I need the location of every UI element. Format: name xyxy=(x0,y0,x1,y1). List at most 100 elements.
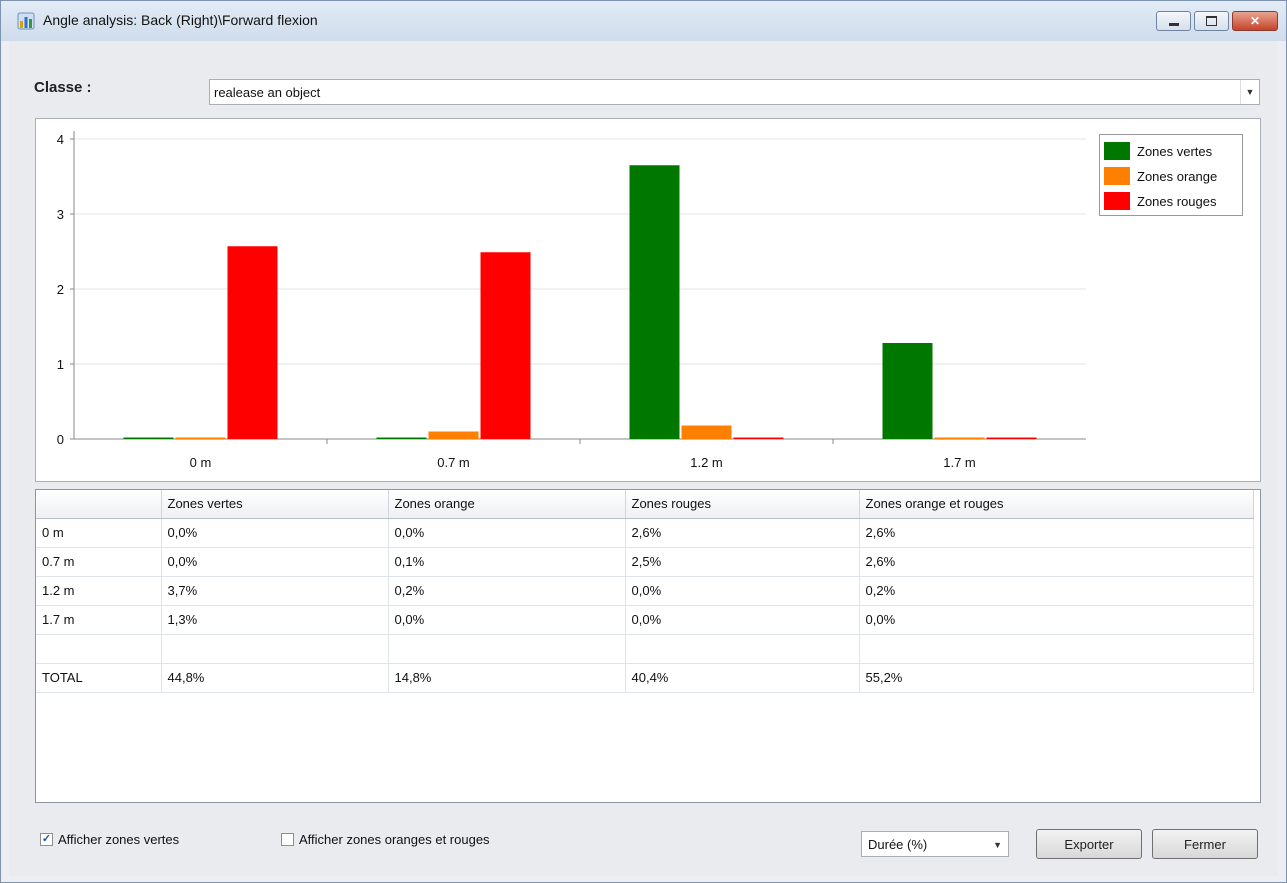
table-cell: 3,7% xyxy=(161,576,389,606)
table-cell: 44,8% xyxy=(161,663,389,693)
table-cell: 55,2% xyxy=(859,663,1254,693)
duree-dropdown[interactable]: Durée (%) ▼ xyxy=(861,831,1009,857)
bar xyxy=(733,437,784,439)
legend-item-zones-rouges: Zones rouges xyxy=(1104,191,1217,211)
table-cell: 0,2% xyxy=(859,576,1254,606)
maximize-icon xyxy=(1206,16,1217,26)
close-dialog-button[interactable]: Fermer xyxy=(1152,829,1258,859)
column-header[interactable]: Zones vertes xyxy=(161,490,389,519)
table-cell: 0,0% xyxy=(859,605,1254,635)
table-row-empty[interactable] xyxy=(36,634,1254,664)
minimize-icon xyxy=(1168,22,1179,26)
table-cell: 0,0% xyxy=(625,605,860,635)
chevron-down-icon[interactable]: ▼ xyxy=(1240,80,1259,104)
angle-analysis-window: Angle analysis: Back (Right)\Forward fle… xyxy=(0,0,1287,883)
table-cell: 0,2% xyxy=(388,576,626,606)
table-header-row: Zones vertes Zones orange Zones rouges Z… xyxy=(36,490,1254,519)
bar xyxy=(681,425,732,439)
y-tick-label: 0 xyxy=(57,432,64,447)
legend-swatch-red xyxy=(1104,192,1130,210)
close-icon: ✕ xyxy=(1249,14,1261,28)
bar xyxy=(480,252,531,439)
y-tick-label: 1 xyxy=(57,357,64,372)
bar-chart: 0 1 2 3 4 0 m 0.7 m 1.2 m 1.7 m xyxy=(57,131,1086,470)
table-cell: 0,0% xyxy=(161,547,389,577)
classe-dropdown-value: realease an object xyxy=(214,85,321,100)
dialog-client-area: Classe : realease an object ▼ 012340 m 0.… xyxy=(9,41,1278,876)
column-header[interactable]: Zones orange et rouges xyxy=(859,490,1254,519)
maximize-button[interactable] xyxy=(1194,11,1229,31)
table-row[interactable]: 0.7 m 0,0% 0,1% 2,5% 2,6% xyxy=(36,547,1254,577)
show-green-zones-checkbox[interactable]: ✓ Afficher zones vertes xyxy=(40,832,179,847)
table-row[interactable]: 1.2 m 3,7% 0,2% 0,0% 0,2% xyxy=(36,576,1254,606)
column-header[interactable]: Zones rouges xyxy=(625,490,860,519)
legend-swatch-green xyxy=(1104,142,1130,160)
column-header[interactable] xyxy=(36,490,162,519)
show-green-zones-label: Afficher zones vertes xyxy=(58,832,180,847)
x-tick-label: 0.7 m xyxy=(437,455,470,470)
table-cell: 1.2 m xyxy=(36,576,162,606)
table-cell xyxy=(625,634,860,664)
legend-swatch-orange xyxy=(1104,167,1130,185)
y-tick-label: 3 xyxy=(57,207,64,222)
show-orange-red-zones-label: Afficher zones oranges et rouges xyxy=(299,832,490,847)
table-cell: 2,6% xyxy=(859,547,1254,577)
export-button[interactable]: Exporter xyxy=(1036,829,1142,859)
table-cell xyxy=(36,634,162,664)
app-chart-icon xyxy=(17,12,35,30)
bar xyxy=(175,437,226,439)
table-row[interactable]: 1.7 m 1,3% 0,0% 0,0% 0,0% xyxy=(36,605,1254,635)
table-cell: 2,6% xyxy=(625,518,860,548)
legend-label: Zones vertes xyxy=(1137,143,1213,159)
table-cell: 2,5% xyxy=(625,547,860,577)
table-cell: 1.7 m xyxy=(36,605,162,635)
x-tick-label: 1.2 m xyxy=(690,455,723,470)
table-cell: 14,8% xyxy=(388,663,626,693)
chart-panel: 0 1 2 3 4 0 m 0.7 m 1.2 m 1.7 m Zones vertes Zon… xyxy=(35,118,1261,482)
show-orange-red-zones-checkbox[interactable]: Afficher zones oranges et rouges xyxy=(281,832,490,847)
legend-item-zones-orange: Zones orange xyxy=(1104,166,1217,186)
table-cell: 0,0% xyxy=(388,518,626,548)
table-cell: 0,0% xyxy=(388,605,626,635)
bar xyxy=(882,343,933,439)
x-tick-label: 1.7 m xyxy=(943,455,976,470)
table-row[interactable]: 0 m 0,0% 0,0% 2,6% 2,6% xyxy=(36,518,1254,548)
close-button[interactable]: ✕ xyxy=(1232,11,1278,31)
checkbox-checked-icon[interactable]: ✓ xyxy=(40,833,53,846)
minimize-button[interactable] xyxy=(1156,11,1191,31)
close-dialog-button-label: Fermer xyxy=(1184,836,1226,852)
checkbox-unchecked-icon[interactable] xyxy=(281,833,294,846)
legend-item-zones-vertes: Zones vertes xyxy=(1104,141,1212,161)
results-grid[interactable]: Zones vertes Zones orange Zones rouges Z… xyxy=(35,489,1261,803)
x-tick-label: 0 m xyxy=(190,455,212,470)
table-cell xyxy=(859,634,1254,664)
duree-dropdown-value: Durée (%) xyxy=(868,837,928,852)
table-cell xyxy=(161,634,389,664)
chevron-down-icon[interactable]: ▼ xyxy=(993,840,1002,850)
title-bar[interactable]: Angle analysis: Back (Right)\Forward fle… xyxy=(1,1,1286,41)
table-cell: 0,0% xyxy=(625,576,860,606)
bar xyxy=(629,165,680,439)
table-cell: 0 m xyxy=(36,518,162,548)
table-cell: 2,6% xyxy=(859,518,1254,548)
legend-label: Zones orange xyxy=(1137,168,1218,184)
table-cell: 0,1% xyxy=(388,547,626,577)
classe-dropdown[interactable]: realease an object ▼ xyxy=(209,79,1260,105)
column-header[interactable]: Zones orange xyxy=(388,490,626,519)
bar xyxy=(227,246,278,439)
window-title: Angle analysis: Back (Right)\Forward fle… xyxy=(43,12,318,28)
bar xyxy=(376,437,427,439)
bar xyxy=(986,437,1037,439)
classe-label: Classe : xyxy=(34,79,92,96)
bar xyxy=(123,437,174,439)
legend-label: Zones rouges xyxy=(1137,193,1217,209)
table-row-total[interactable]: TOTAL 44,8% 14,8% 40,4% 55,2% xyxy=(36,663,1254,693)
results-table: Zones vertes Zones orange Zones rouges Z… xyxy=(36,490,1254,693)
table-cell: 40,4% xyxy=(625,663,860,693)
y-tick-label: 2 xyxy=(57,282,64,297)
table-cell: 1,3% xyxy=(161,605,389,635)
y-tick-label: 4 xyxy=(57,132,64,147)
table-cell: TOTAL xyxy=(36,663,162,693)
bar xyxy=(428,431,479,439)
table-cell: 0.7 m xyxy=(36,547,162,577)
